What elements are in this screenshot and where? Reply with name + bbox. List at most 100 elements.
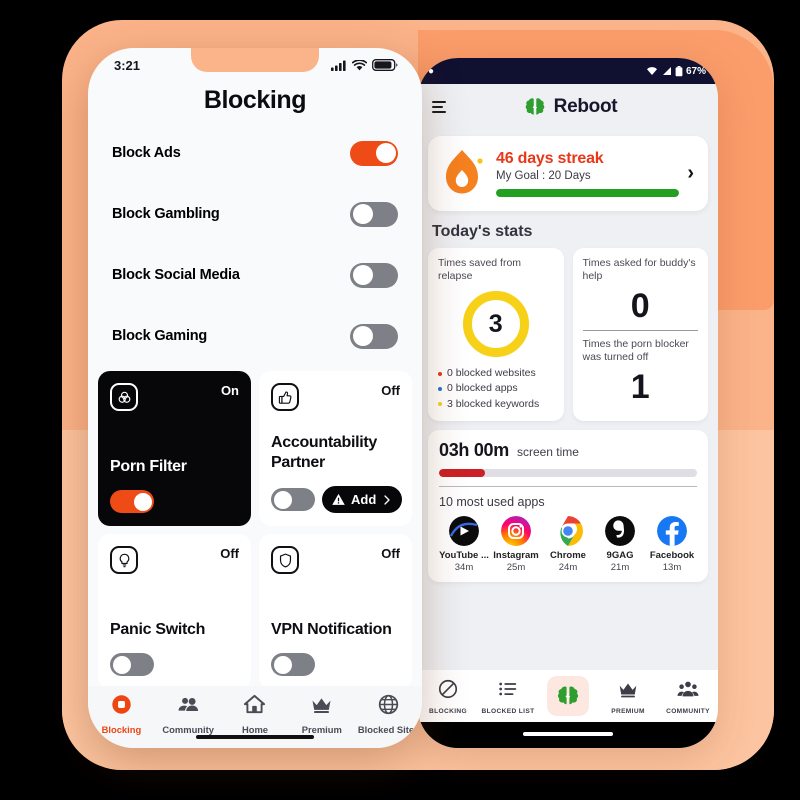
toggle-switch[interactable] (350, 262, 398, 288)
card-header: On (110, 383, 239, 411)
crown-icon (619, 683, 637, 697)
android-gesture-area (418, 722, 718, 748)
status-left-indicator: ● (428, 65, 435, 77)
youtube-icon (449, 515, 479, 546)
nav-item-label: COMMUNITY (666, 707, 710, 715)
breakdown-color-dot (438, 387, 442, 392)
feature-card-vpn-notification[interactable]: Off VPN Notification (259, 534, 412, 689)
relapse-ring-wrap: 3 (438, 291, 554, 358)
nav-item-community[interactable]: COMMUNITY (658, 678, 718, 715)
card-footer (110, 490, 239, 513)
breakdown-color-dot (438, 402, 442, 407)
home-indicator[interactable] (196, 734, 314, 739)
streak-text-block: 46 days streak My Goal : 20 Days (496, 150, 680, 197)
block-toggle-block-gambling[interactable]: Block Gambling (98, 188, 412, 240)
warning-triangle-icon (332, 493, 345, 505)
nav-item-label: Premium (301, 724, 342, 735)
nav-item-blocking[interactable]: BLOCKING (418, 678, 478, 715)
globe-icon (378, 694, 399, 715)
block-toggle-block-gaming[interactable]: Block Gaming (98, 310, 412, 362)
people-group-icon (677, 681, 699, 696)
app-name: Instagram (493, 549, 539, 561)
house-icon (244, 694, 266, 714)
streak-progress-bar (496, 188, 680, 197)
toggle-switch[interactable] (350, 323, 398, 349)
nav-item-label: BLOCKING (429, 707, 467, 715)
blocker-off-value: 1 (630, 368, 650, 407)
battery-icon (675, 65, 683, 76)
card-toggle-switch[interactable] (110, 490, 154, 513)
feature-card-accountability-partner[interactable]: Off Accountability Partner Add (259, 371, 412, 526)
feature-card-panic-switch[interactable]: Off Panic Switch (98, 534, 251, 689)
signal-icon (662, 67, 671, 75)
people-icon (178, 697, 198, 712)
card-state-label: Off (381, 546, 400, 561)
shield-icon (271, 546, 299, 574)
nav-item-label: BLOCKED LIST (481, 707, 535, 715)
nav-item-community[interactable]: Community (155, 693, 222, 735)
nav-item-home[interactable] (538, 676, 598, 716)
most-used-apps-title: 10 most used apps (439, 494, 545, 509)
app-time: 24m (558, 561, 578, 573)
venn-circles-icon (110, 383, 138, 411)
ninegag-icon (605, 515, 635, 546)
app-usage-item[interactable]: 9GAG 21m (595, 515, 645, 573)
no-entry-icon (438, 679, 458, 698)
card-toggle-switch[interactable] (271, 653, 315, 676)
stop-square-icon (112, 695, 131, 714)
feature-card-porn-filter[interactable]: On Porn Filter (98, 371, 251, 526)
stats-heading: Today's stats (432, 223, 533, 240)
card-footer (271, 653, 400, 676)
streak-card[interactable]: 46 days streak My Goal : 20 Days › (428, 136, 708, 211)
gesture-bar[interactable] (523, 732, 613, 736)
most-used-apps-row: YouTube ... 34m Instagram 25m Chrome 24m 9GAG 2… (439, 515, 697, 573)
app-usage-item[interactable]: Chrome 24m (543, 515, 593, 573)
nav-item-home[interactable]: Home (222, 693, 289, 735)
block-toggle-block-social-media[interactable]: Block Social Media (98, 249, 412, 301)
card-state-label: On (220, 383, 239, 398)
breakdown-text: 3 blocked keywords (447, 397, 540, 410)
card-toggle-switch[interactable] (271, 488, 315, 511)
block-toggle-block-ads[interactable]: Block Ads (98, 127, 412, 179)
card-footer: Add (271, 486, 403, 513)
add-partner-button[interactable]: Add (322, 486, 403, 513)
breakdown-item: 0 blocked apps (438, 381, 554, 396)
app-usage-item[interactable]: YouTube ... 34m (439, 515, 489, 573)
hamburger-menu-icon[interactable] (432, 100, 446, 114)
card-toggle-switch[interactable] (110, 653, 154, 676)
toggle-switch[interactable] (350, 201, 398, 227)
relapse-breakdown-list: 0 blocked websites 0 blocked apps 3 blocke… (438, 366, 554, 412)
breakdown-text: 0 blocked apps (447, 382, 518, 395)
nav-item-premium[interactable]: Premium (288, 693, 355, 735)
buddy-label: Times asked for buddy's help (582, 257, 696, 283)
nav-item-label: Blocking (101, 724, 142, 735)
reboot-app-bar: Reboot (418, 84, 718, 130)
feature-card-grid: On Porn Filter Off Accountability Partner Ad… (98, 371, 412, 689)
chevron-right-icon[interactable]: › (687, 162, 696, 185)
screen-time-card[interactable]: 03h 00m screen time 10 most used apps Yo… (428, 429, 708, 582)
nav-item-label: Community (162, 724, 214, 735)
toggle-switch[interactable] (350, 140, 398, 166)
nav-item-blocking[interactable]: Blocking (88, 693, 155, 735)
app-name: Facebook (649, 549, 695, 561)
brain-icon (525, 98, 544, 115)
app-time: 13m (662, 561, 682, 573)
screen-time-progress-bar (439, 468, 697, 477)
stats-cards-row: Times saved from relapse 3 0 blocked web… (428, 248, 708, 421)
composition-stage: ● 67% Reboot 46 days streak My Goal: 20… (0, 0, 800, 800)
app-time: 21m (610, 561, 630, 573)
screen-time-head: 03h 00m screen time (439, 440, 697, 461)
app-usage-item[interactable]: Facebook 13m (647, 515, 697, 573)
app-name: Chrome (550, 549, 586, 561)
card-state-label: Off (381, 383, 400, 398)
nav-item-blocked-list[interactable]: BLOCKED LIST (478, 678, 538, 715)
stat-divider (582, 329, 698, 331)
nav-item-premium[interactable]: PREMIUM (598, 678, 658, 715)
flame-icon (446, 150, 483, 194)
nav-item-label: Home (241, 724, 269, 735)
stat-card-relapse[interactable]: Times saved from relapse 3 0 blocked web… (428, 248, 564, 421)
app-usage-item[interactable]: Instagram 25m (491, 515, 541, 573)
nav-item-blocked-sites[interactable]: Blocked Sites (355, 693, 422, 735)
app-name: 9GAG (606, 549, 634, 561)
stat-card-buddy[interactable]: Times asked for buddy's help 0 Times the… (572, 248, 708, 421)
